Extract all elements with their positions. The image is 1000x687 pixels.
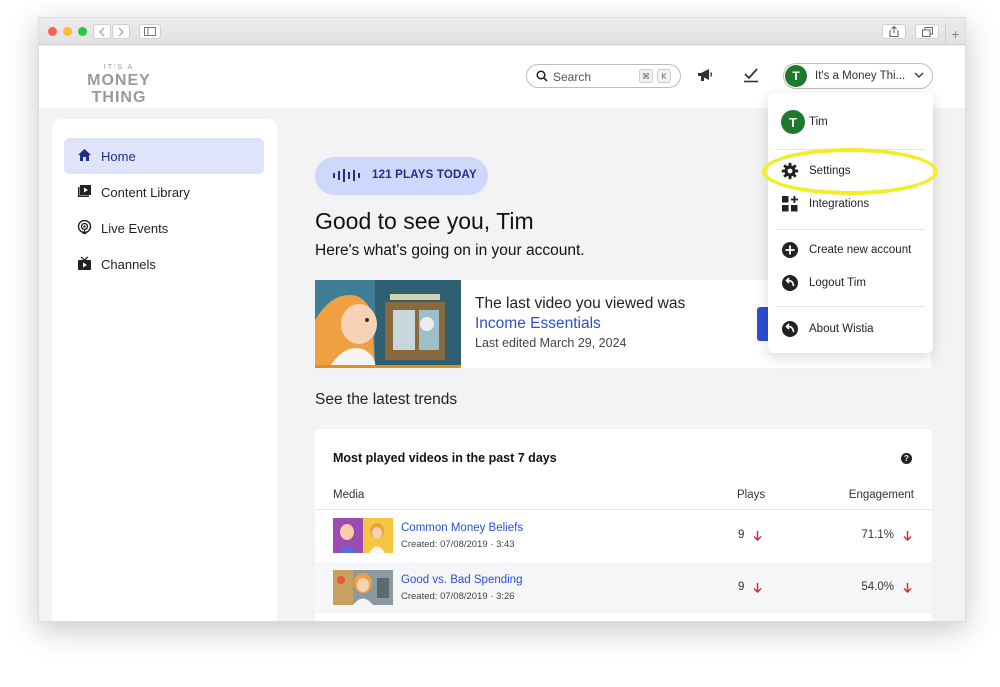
search-placeholder: Search <box>553 70 592 84</box>
checklist-icon[interactable] <box>743 67 759 83</box>
trends-heading: See the latest trends <box>315 391 458 408</box>
row-plays-count: 9 <box>738 529 745 541</box>
live-events-icon <box>77 220 92 234</box>
integrations-icon <box>782 196 798 212</box>
account-name: It's a Money Thi... <box>815 70 906 82</box>
channels-icon <box>78 256 91 270</box>
column-header-engagement[interactable]: Engagement <box>849 489 914 501</box>
help-icon[interactable]: ? <box>901 453 912 464</box>
sidebar-item-channels[interactable]: Channels <box>64 246 264 282</box>
chevron-right-icon <box>118 27 124 36</box>
about-icon <box>782 321 798 337</box>
maximize-window-button[interactable] <box>78 27 87 36</box>
last-video-intro: The last video you viewed was <box>475 295 686 312</box>
menu-item-label: Integrations <box>809 198 870 210</box>
menu-item-label: Logout Tim <box>809 277 866 289</box>
most-played-table: Most played videos in the past 7 days ? … <box>315 429 932 621</box>
account-dropdown-menu: T Tim Settings Integrations Create new a… <box>768 93 933 353</box>
table-title: Most played videos in the past 7 days <box>333 451 557 465</box>
row-plays-count: 9 <box>738 581 745 593</box>
audio-bars-icon <box>333 169 360 182</box>
sidebar-item-home[interactable]: Home <box>64 138 264 174</box>
column-header-media[interactable]: Media <box>333 489 364 501</box>
close-window-button[interactable] <box>48 27 57 36</box>
last-video-edited-date: Last edited March 29, 2024 <box>475 336 627 350</box>
content-library-icon <box>78 185 91 197</box>
arrow-down-icon <box>753 531 762 541</box>
back-button[interactable] <box>93 24 111 39</box>
account-switcher[interactable]: T It's a Money Thi... <box>783 63 933 89</box>
plays-today-badge: 121 PLAYS TODAY <box>315 157 488 195</box>
logout-icon <box>782 275 798 291</box>
menu-item-label: Create new account <box>809 244 912 256</box>
sidebar-item-label: Live Events <box>101 220 169 236</box>
column-header-plays[interactable]: Plays <box>737 489 765 501</box>
sidebar-item-label: Content Library <box>101 184 190 200</box>
row-thumbnail[interactable] <box>333 518 393 553</box>
arrow-down-icon <box>753 583 762 593</box>
search-icon <box>536 70 548 82</box>
share-icon <box>889 26 899 37</box>
browser-window: + IT'S A MONEY THING Search ⌘ K T It's a… <box>38 17 966 622</box>
settings-highlight-annotation <box>762 148 938 195</box>
menu-item-label: About Wistia <box>809 323 874 335</box>
sidebar-icon <box>144 27 156 36</box>
shortcut-key-cmd: ⌘ <box>639 69 653 83</box>
row-video-title[interactable]: Common Money Beliefs <box>401 522 523 534</box>
search-input[interactable]: Search ⌘ K <box>526 64 681 88</box>
last-video-link[interactable]: Income Essentials <box>475 315 601 333</box>
cartoon-thumbnail-image <box>333 518 393 553</box>
sidebar-item-content-library[interactable]: Content Library <box>64 174 264 210</box>
arrow-down-icon <box>903 583 912 593</box>
table-row[interactable]: Common Money Beliefs Created: 07/08/2019… <box>315 510 932 562</box>
minimize-window-button[interactable] <box>63 27 72 36</box>
menu-item-logout[interactable]: Logout Tim <box>768 269 933 297</box>
sidebar-item-live-events[interactable]: Live Events <box>64 210 264 246</box>
sidebar-toggle-button[interactable] <box>139 24 161 39</box>
row-video-meta: Created: 07/08/2019 · 3:43 <box>401 539 515 550</box>
share-button[interactable] <box>882 24 906 39</box>
menu-divider <box>776 306 925 307</box>
table-row[interactable]: Good vs. Bad Spending Created: 07/08/201… <box>315 562 932 614</box>
tabs-overview-button[interactable] <box>915 24 939 39</box>
chevron-left-icon <box>99 27 105 36</box>
shortcut-key-k: K <box>657 69 671 83</box>
menu-divider <box>776 229 925 230</box>
sidebar-item-label: Channels <box>101 256 156 272</box>
logo-wordmark: MONEY THING <box>87 72 151 106</box>
row-video-title[interactable]: Good vs. Bad Spending <box>401 574 522 586</box>
video-thumbnail[interactable] <box>315 280 461 368</box>
dropdown-user: T Tim <box>768 110 933 136</box>
page-subtitle: Here's what's going on in your account. <box>315 242 585 259</box>
plays-today-text: 121 PLAYS TODAY <box>372 169 477 181</box>
plus-circle-icon <box>782 242 798 258</box>
chevron-down-icon <box>914 72 924 79</box>
megaphone-icon[interactable] <box>696 67 714 83</box>
page-title: Good to see you, Tim <box>315 208 534 234</box>
home-icon <box>78 149 91 161</box>
logo[interactable]: IT'S A MONEY THING <box>61 64 177 106</box>
row-engagement: 71.1% <box>861 529 894 541</box>
tabs-icon <box>921 26 933 37</box>
menu-item-about[interactable]: About Wistia <box>768 315 933 343</box>
user-name: Tim <box>809 116 828 128</box>
cartoon-thumbnail-image <box>333 570 393 605</box>
row-thumbnail[interactable] <box>333 570 393 605</box>
row-engagement: 54.0% <box>861 581 894 593</box>
browser-titlebar: + <box>39 18 965 45</box>
arrow-down-icon <box>903 531 912 541</box>
sidebar: Home Content Library Live Events Channel… <box>52 119 277 621</box>
avatar: T <box>785 65 807 87</box>
new-tab-button[interactable]: + <box>945 23 965 45</box>
logo-tagline: IT'S A <box>103 64 135 71</box>
cartoon-thumbnail-image <box>315 280 461 368</box>
row-video-meta: Created: 07/08/2019 · 3:26 <box>401 591 515 602</box>
forward-button[interactable] <box>112 24 130 39</box>
avatar: T <box>781 110 805 134</box>
sidebar-item-label: Home <box>101 148 136 164</box>
menu-item-create-account[interactable]: Create new account <box>768 236 933 264</box>
